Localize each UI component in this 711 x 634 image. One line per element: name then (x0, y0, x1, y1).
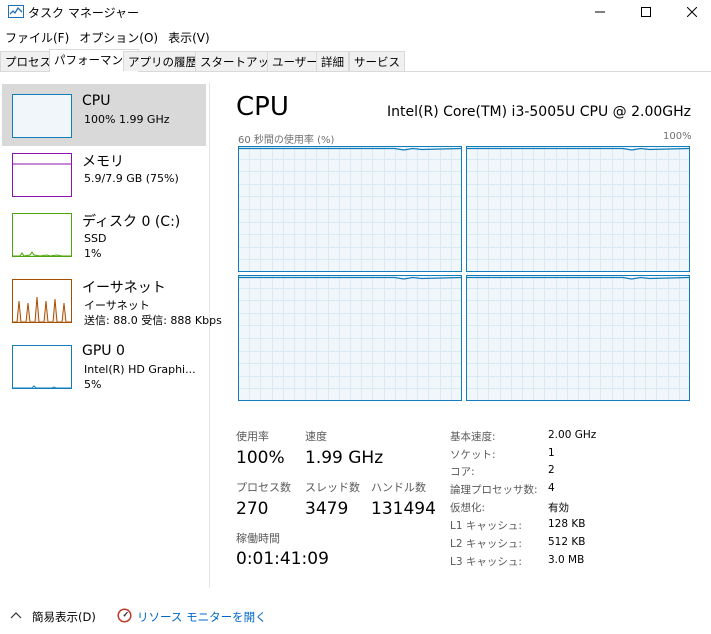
cpu-thumbnail-graph (12, 94, 72, 138)
minimize-icon (595, 11, 605, 13)
window-title: タスク マネージャー (28, 6, 139, 20)
sidebar-item-detail: SSD (84, 232, 107, 245)
spec-value: 512 KB (548, 536, 586, 548)
spec-label: 基本速度: (450, 431, 496, 443)
spec-label: 仮想化: (450, 502, 486, 514)
core-graph-0 (238, 146, 462, 272)
cpu-model-name: Intel(R) Core(TM) i3-5005U CPU @ 2.00GHz (387, 104, 691, 120)
utilization-label: 使用率 (236, 430, 269, 443)
spec-value: 3.0 MB (548, 554, 585, 566)
footer-bar: 簡易表示(D) リソース モニターを開く (0, 604, 711, 630)
sidebar-item-title: ディスク 0 (C:) (82, 214, 181, 230)
spec-label: 論理プロセッサ数: (450, 484, 538, 496)
close-icon (687, 7, 697, 17)
tab-processes[interactable]: プロセス (0, 51, 56, 71)
menu-options[interactable]: オプション(O) (74, 26, 163, 46)
speed-label: 速度 (305, 430, 327, 443)
spec-value: 4 (548, 482, 555, 494)
page-title: CPU (236, 92, 289, 122)
disk-thumbnail-graph (12, 213, 72, 257)
spec-value: 1 (548, 447, 555, 459)
handles-label: ハンドル数 (371, 481, 426, 494)
tab-details[interactable]: 詳細 (316, 51, 349, 71)
resource-list: CPU 100% 1.99 GHz メモリ 5.9/7.9 GB (75%) デ… (0, 82, 222, 588)
menu-bar: ファイル(F) オプション(O) 表示(V) (0, 26, 215, 46)
sidebar-item-gpu[interactable]: GPU 0 Intel(R) HD Graphi... 5% (2, 342, 206, 404)
tab-strip: プロセス パフォーマンス アプリの履歴 スタートアップ ユーザー 詳細 サービス (0, 49, 711, 72)
sidebar-item-title: メモリ (82, 154, 124, 170)
sidebar-item-detail: 5% (84, 378, 102, 391)
sidebar-item-title: CPU (82, 93, 111, 109)
spec-value: 128 KB (548, 518, 586, 530)
processes-label: プロセス数 (236, 481, 291, 494)
spec-value: 有効 (548, 502, 569, 514)
spec-value: 2 (548, 464, 555, 476)
sidebar-item-title: イーサネット (82, 280, 166, 296)
spec-label: L3 キャッシュ: (450, 556, 522, 568)
minimize-button[interactable] (577, 0, 623, 24)
title-bar: タスク マネージャー (0, 0, 711, 24)
tab-app-history[interactable]: アプリの履歴 (123, 51, 202, 71)
menu-file[interactable]: ファイル(F) (0, 26, 74, 46)
utilization-value: 100% (236, 448, 285, 468)
sidebar-item-detail: 送信: 88.0 受信: 888 Kbps (84, 314, 222, 327)
tab-users[interactable]: ユーザー (267, 51, 323, 71)
maximize-button[interactable] (623, 0, 669, 24)
graph-max-label: 100% (663, 131, 692, 142)
sidebar-item-title: GPU 0 (82, 343, 125, 359)
processes-value: 270 (236, 499, 269, 519)
sidebar-item-detail: Intel(R) HD Graphi... (84, 363, 196, 376)
spec-label: L2 キャッシュ: (450, 538, 522, 550)
tab-services[interactable]: サービス (349, 51, 405, 71)
threads-label: スレッド数 (305, 481, 360, 494)
sidebar-item-memory[interactable]: メモリ 5.9/7.9 GB (75%) (2, 150, 206, 212)
resource-monitor-icon (117, 608, 132, 623)
spec-label: コア: (450, 466, 475, 478)
core-graph-3 (466, 275, 690, 401)
close-button[interactable] (669, 0, 711, 24)
handles-value: 131494 (371, 499, 436, 519)
core-graph-1 (466, 146, 690, 272)
spec-label: ソケット: (450, 449, 496, 461)
graph-caption: 60 秒間の使用率 (%) (238, 135, 335, 146)
sidebar-item-disk[interactable]: ディスク 0 (C:) SSD 1% (2, 210, 206, 272)
sidebar-item-detail: 1% (84, 247, 102, 260)
open-resource-monitor-link[interactable]: リソース モニターを開く (137, 609, 267, 625)
gpu-thumbnail-graph (12, 345, 72, 389)
sidebar-item-detail: イーサネット (84, 299, 150, 312)
spec-label: L1 キャッシュ: (450, 520, 522, 532)
maximize-icon (641, 7, 651, 17)
sidebar-item-detail: 100% 1.99 GHz (84, 113, 170, 126)
task-manager-icon (8, 5, 24, 18)
fewer-details-button[interactable]: 簡易表示(D) (32, 609, 96, 625)
memory-thumbnail-graph (12, 153, 72, 197)
spec-value: 2.00 GHz (548, 429, 597, 441)
speed-value: 1.99 GHz (305, 448, 384, 468)
threads-value: 3479 (305, 499, 349, 519)
sidebar-item-ethernet[interactable]: イーサネット イーサネット 送信: 88.0 受信: 888 Kbps (2, 276, 222, 338)
core-graph-2 (238, 275, 462, 401)
menu-view[interactable]: 表示(V) (163, 26, 215, 46)
sidebar-item-detail: 5.9/7.9 GB (75%) (84, 172, 179, 185)
sidebar-item-cpu[interactable]: CPU 100% 1.99 GHz (2, 84, 206, 146)
ethernet-thumbnail-graph (12, 279, 72, 323)
uptime-value: 0:01:41:09 (236, 549, 329, 569)
uptime-label: 稼働時間 (236, 532, 280, 545)
chevron-up-icon[interactable] (10, 611, 22, 619)
